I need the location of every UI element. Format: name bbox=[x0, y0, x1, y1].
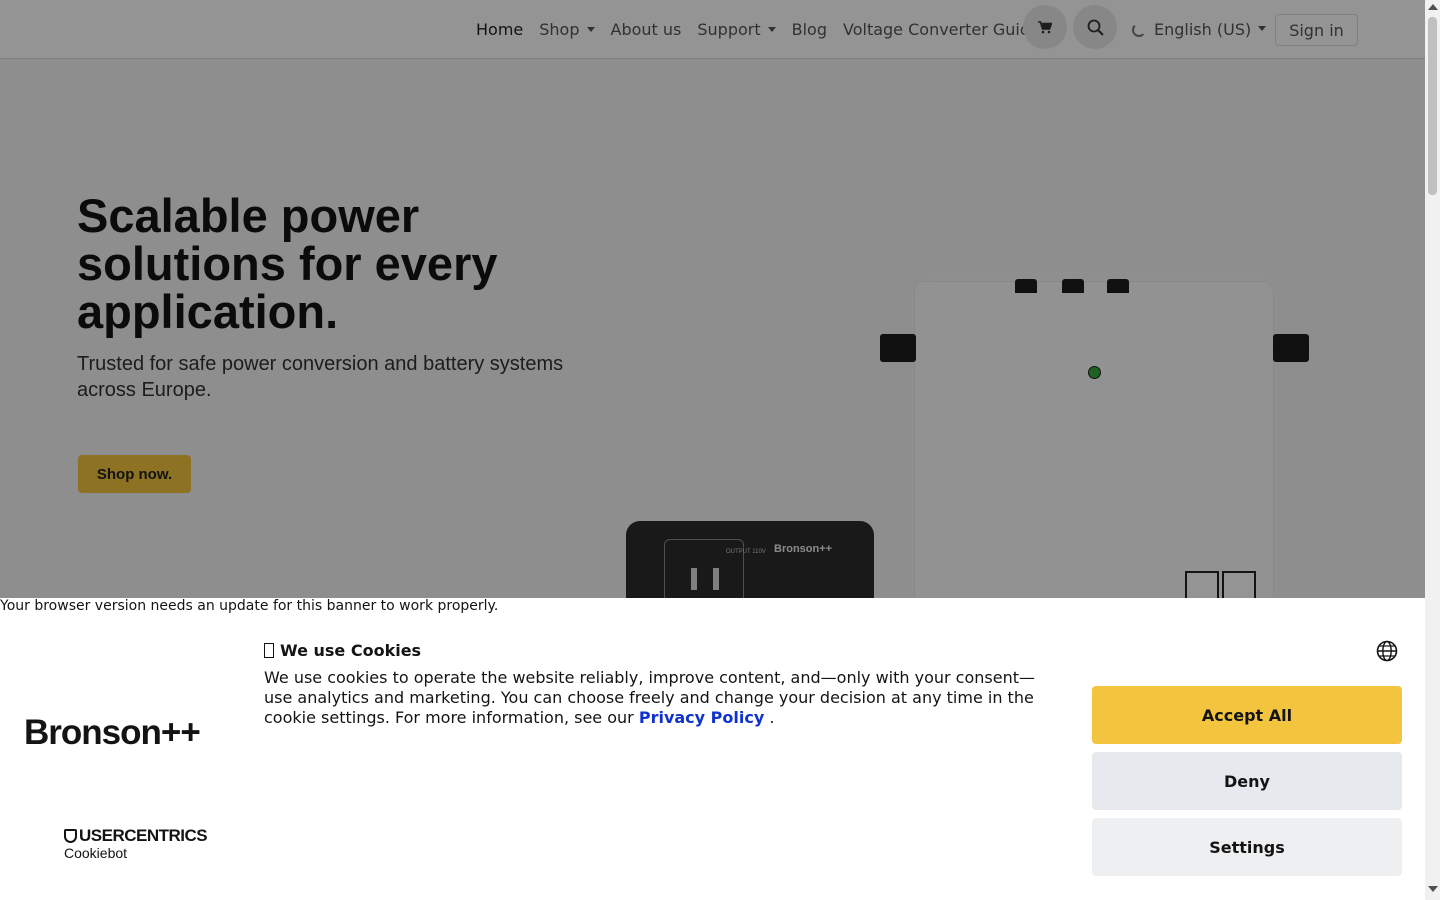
nav-home[interactable]: Home bbox=[468, 20, 531, 39]
scrollbar-thumb[interactable] bbox=[1428, 17, 1437, 195]
privacy-policy-link[interactable]: Privacy Policy bbox=[639, 708, 764, 727]
shop-now-button[interactable]: Shop now. bbox=[78, 455, 191, 493]
cart-icon bbox=[1038, 20, 1052, 33]
nav-shop-label: Shop bbox=[539, 20, 580, 39]
loading-spinner-icon bbox=[1132, 22, 1146, 37]
chevron-down-icon bbox=[767, 27, 776, 32]
product-handle bbox=[1273, 334, 1309, 362]
language-selector[interactable]: English (US) bbox=[1132, 0, 1267, 59]
product-knob bbox=[1062, 279, 1084, 293]
hero-title: Scalable power solutions for every appli… bbox=[77, 189, 498, 338]
nav-support[interactable]: Support bbox=[689, 20, 783, 39]
product-knob bbox=[1015, 279, 1037, 293]
shield-icon bbox=[64, 829, 77, 843]
nav-voltage-converter-guide[interactable]: Voltage Converter Guide bbox=[835, 20, 1048, 39]
settings-button[interactable]: Settings bbox=[1092, 818, 1402, 876]
page-scrollbar[interactable] bbox=[1425, 0, 1440, 900]
product-socket bbox=[1222, 571, 1256, 601]
nav-shop[interactable]: Shop bbox=[531, 20, 602, 39]
usercentrics-title: USERCENTRICS bbox=[64, 826, 208, 846]
nav-support-label: Support bbox=[697, 20, 761, 39]
cookie-banner: Your browser version needs an update for… bbox=[0, 598, 1425, 900]
cookie-title: We use Cookies bbox=[264, 641, 421, 660]
missing-glyph-icon bbox=[264, 643, 274, 658]
cart-button[interactable] bbox=[1023, 5, 1067, 49]
chevron-down-icon bbox=[586, 27, 595, 32]
deny-button[interactable]: Deny bbox=[1092, 752, 1402, 810]
chevron-down-icon bbox=[1258, 26, 1267, 31]
nav-blog[interactable]: Blog bbox=[784, 20, 835, 39]
product-brand-label: Bronson++ bbox=[774, 543, 833, 555]
hero-subtitle: Trusted for safe power conversion and ba… bbox=[77, 353, 564, 401]
sign-in-button[interactable]: Sign in bbox=[1275, 14, 1358, 46]
navbar: Home Shop About us Support Blog Voltage … bbox=[0, 0, 1425, 59]
browser-warning: Your browser version needs an update for… bbox=[0, 598, 499, 614]
main-nav: Home Shop About us Support Blog Voltage … bbox=[468, 0, 1048, 59]
nav-about-us[interactable]: About us bbox=[603, 20, 690, 39]
cookie-body-end: . bbox=[769, 708, 775, 727]
product-handle bbox=[880, 334, 916, 362]
power-led-icon bbox=[1088, 366, 1101, 379]
scroll-up-icon[interactable] bbox=[1428, 4, 1438, 10]
product-output-label: OUTPUT 110V bbox=[726, 549, 766, 555]
scroll-down-icon[interactable] bbox=[1428, 886, 1438, 892]
product-socket bbox=[1185, 571, 1219, 601]
search-button[interactable] bbox=[1073, 5, 1117, 49]
brand-logo: Bronson++ bbox=[24, 713, 201, 752]
accept-all-button[interactable]: Accept All bbox=[1092, 686, 1402, 744]
cookie-body: We use cookies to operate the website re… bbox=[264, 668, 1054, 728]
product-knob bbox=[1107, 279, 1129, 293]
provider-sub: Cookiebot bbox=[64, 845, 128, 861]
globe-icon[interactable] bbox=[1376, 640, 1398, 662]
usercentrics-logo: USERCENTRICS Cookiebot bbox=[64, 826, 208, 861]
search-icon bbox=[1087, 19, 1104, 36]
cookie-title-text: We use Cookies bbox=[280, 641, 422, 660]
provider-name: USERCENTRICS bbox=[79, 826, 208, 845]
language-label: English (US) bbox=[1154, 20, 1252, 39]
